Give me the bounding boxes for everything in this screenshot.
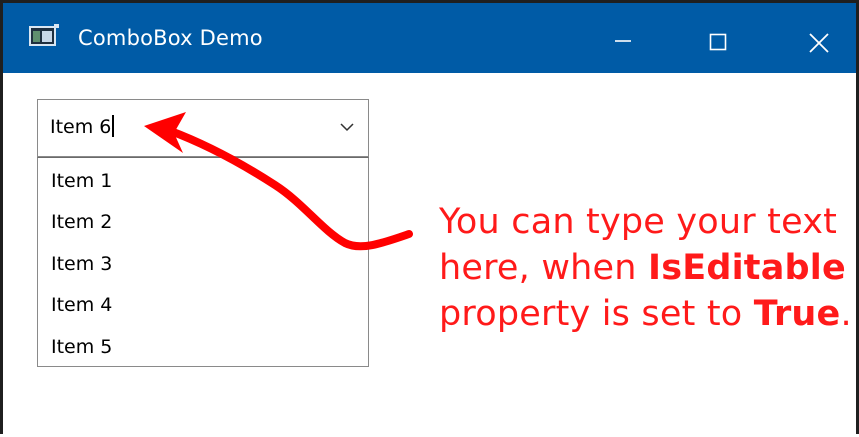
- annotation-line-2-text: here, when: [439, 248, 648, 288]
- annotation-line-3: property is set to True.: [439, 291, 859, 337]
- application-window: ComboBox Demo Item 6 Item 1 Item 2 Item …: [0, 0, 859, 434]
- annotation-line-1: You can type your text: [439, 202, 838, 242]
- annotation-line-2: here, when IsEditable: [439, 245, 859, 291]
- annotation-text: You can type your text here, when IsEdit…: [439, 199, 859, 337]
- true-emphasis: True: [753, 294, 841, 334]
- annotation-period: .: [840, 294, 852, 334]
- annotation-line-3-text: property is set to: [439, 294, 754, 334]
- iseditable-emphasis: IsEditable: [647, 248, 846, 288]
